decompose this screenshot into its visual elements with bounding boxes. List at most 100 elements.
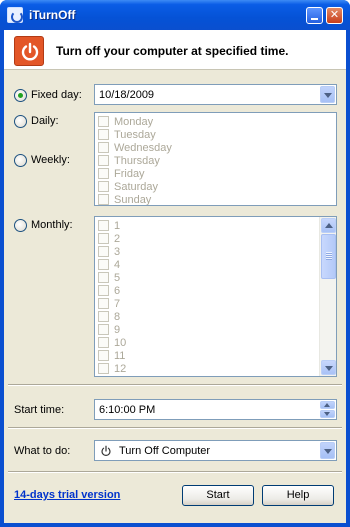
month-day-checkbox[interactable] xyxy=(98,311,109,322)
weekly-label: Weekly: xyxy=(31,154,70,166)
weekday-label: Sunday xyxy=(114,193,152,206)
month-day-item[interactable]: 5 xyxy=(95,271,336,284)
fixed-day-radio[interactable]: Fixed day: xyxy=(14,87,82,103)
action-dropdown-arrow-icon[interactable] xyxy=(320,442,335,459)
start-time-field[interactable]: 6:10:00 PM xyxy=(94,399,337,420)
window-title: iTurnOff xyxy=(29,8,76,22)
power-icon xyxy=(14,36,44,66)
weekday-item[interactable]: Tuesday xyxy=(95,128,336,141)
weekly-radio[interactable]: Weekly: xyxy=(14,152,70,168)
weekday-checkbox[interactable] xyxy=(98,168,109,179)
client-area: Turn off your computer at specified time… xyxy=(4,30,346,523)
start-time-label: Start time: xyxy=(14,404,65,416)
weekday-label: Saturday xyxy=(114,180,159,193)
month-day-item[interactable]: 8 xyxy=(95,310,336,323)
month-day-item[interactable]: 9 xyxy=(95,323,336,336)
weekday-checkbox[interactable] xyxy=(98,116,109,127)
app-icon xyxy=(7,7,23,23)
month-day-checkbox[interactable] xyxy=(98,272,109,283)
scroll-down-icon[interactable] xyxy=(321,360,336,375)
weekday-item[interactable]: Wednesday xyxy=(95,141,336,154)
title-bar[interactable]: iTurnOff ✕ xyxy=(0,0,350,30)
month-day-checkbox[interactable] xyxy=(98,363,109,374)
weekday-checkbox[interactable] xyxy=(98,129,109,140)
daily-radio-button[interactable] xyxy=(14,114,27,128)
header-banner: Turn off your computer at specified time… xyxy=(4,30,346,70)
minimize-button[interactable] xyxy=(306,7,323,24)
fixed-day-radio-button[interactable] xyxy=(14,88,27,102)
month-day-checkbox[interactable] xyxy=(98,324,109,335)
weekday-item[interactable]: Thursday xyxy=(95,154,336,167)
month-day-item[interactable]: 4 xyxy=(95,258,336,271)
month-day-label: 4 xyxy=(114,258,121,271)
month-day-scrollbar[interactable] xyxy=(319,217,336,376)
month-day-label: 10 xyxy=(114,336,127,349)
weekday-checkbox[interactable] xyxy=(98,194,109,205)
weekday-label: Tuesday xyxy=(114,128,156,141)
weekday-checkbox[interactable] xyxy=(98,142,109,153)
monthly-label: Monthly: xyxy=(31,219,73,231)
month-day-label: 11 xyxy=(114,349,126,362)
month-day-checkbox[interactable] xyxy=(98,246,109,257)
spin-down-icon[interactable] xyxy=(320,410,335,418)
divider xyxy=(8,384,342,386)
weekday-label: Wednesday xyxy=(114,141,172,154)
divider xyxy=(8,471,342,473)
month-day-checklist: 1 2 3 4 5 6 7 8 9 10 11 12 xyxy=(94,216,337,377)
month-day-item[interactable]: 6 xyxy=(95,284,336,297)
date-dropdown-arrow-icon[interactable] xyxy=(320,86,335,103)
weekday-item[interactable]: Saturday xyxy=(95,180,336,193)
action-label: What to do: xyxy=(14,445,71,457)
month-day-item[interactable]: 10 xyxy=(95,336,336,349)
scroll-up-icon[interactable] xyxy=(321,218,336,233)
weekday-label: Thursday xyxy=(114,154,160,167)
month-day-item[interactable]: 3 xyxy=(95,245,336,258)
weekday-item[interactable]: Monday xyxy=(95,115,336,128)
month-day-checkbox[interactable] xyxy=(98,337,109,348)
daily-radio[interactable]: Daily: xyxy=(14,113,59,129)
month-day-checkbox[interactable] xyxy=(98,285,109,296)
month-day-checkbox[interactable] xyxy=(98,220,109,231)
month-day-item[interactable]: 2 xyxy=(95,232,336,245)
divider xyxy=(8,427,342,429)
weekday-item[interactable]: Friday xyxy=(95,167,336,180)
weekday-item[interactable]: Sunday xyxy=(95,193,336,206)
month-day-label: 9 xyxy=(114,323,121,336)
trial-version-link[interactable]: 14-days trial version xyxy=(14,489,120,501)
start-button[interactable]: Start xyxy=(182,485,254,506)
fixed-day-label: Fixed day: xyxy=(31,89,82,101)
month-day-label: 12 xyxy=(114,362,127,375)
weekday-checkbox[interactable] xyxy=(98,181,109,192)
monthly-radio[interactable]: Monthly: xyxy=(14,217,73,233)
scroll-thumb[interactable] xyxy=(321,234,336,279)
month-day-checkbox[interactable] xyxy=(98,298,109,309)
header-description: Turn off your computer at specified time… xyxy=(56,44,289,58)
month-day-item[interactable]: 11 xyxy=(95,349,336,362)
month-day-checkbox[interactable] xyxy=(98,259,109,270)
help-button[interactable]: Help xyxy=(262,485,334,506)
action-select[interactable]: Turn Off Computer xyxy=(94,440,337,461)
fixed-day-date-picker[interactable]: 10/18/2009 xyxy=(94,84,337,105)
action-value: Turn Off Computer xyxy=(119,444,211,457)
window-frame-right xyxy=(346,30,350,527)
spin-up-icon[interactable] xyxy=(320,401,335,409)
month-day-label: 6 xyxy=(114,284,121,297)
month-day-checkbox[interactable] xyxy=(98,233,109,244)
daily-label: Daily: xyxy=(31,115,59,127)
month-day-label: 8 xyxy=(114,310,121,323)
weekday-checklist: Monday Tuesday Wednesday Thursday Friday… xyxy=(94,112,337,206)
month-day-label: 5 xyxy=(114,271,121,284)
weekly-radio-button[interactable] xyxy=(14,153,27,167)
close-button[interactable]: ✕ xyxy=(326,7,343,24)
start-time-value: 6:10:00 PM xyxy=(99,403,156,416)
weekday-label: Friday xyxy=(114,167,145,180)
weekday-checkbox[interactable] xyxy=(98,155,109,166)
month-day-item[interactable]: 7 xyxy=(95,297,336,310)
window-frame-bottom xyxy=(0,523,350,527)
month-day-checkbox[interactable] xyxy=(98,350,109,361)
monthly-radio-button[interactable] xyxy=(14,218,27,232)
month-day-item[interactable]: 12 xyxy=(95,362,336,375)
month-day-item[interactable]: 1 xyxy=(95,219,336,232)
month-day-label: 7 xyxy=(114,297,121,310)
start-time-spinner[interactable] xyxy=(320,401,335,418)
